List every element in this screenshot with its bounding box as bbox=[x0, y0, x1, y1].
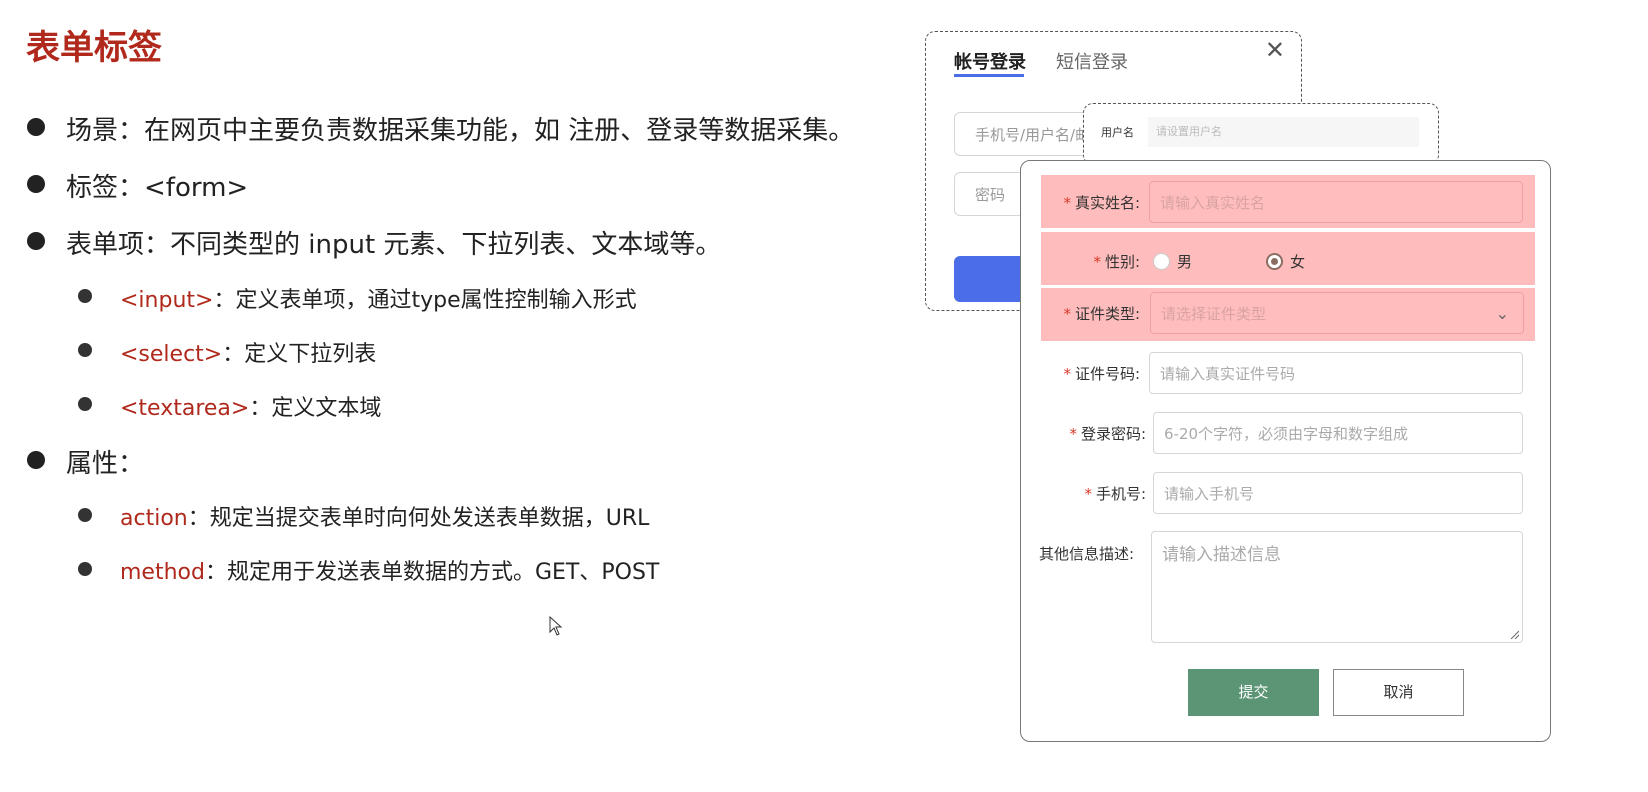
description-placeholder: 请输入描述信息 bbox=[1162, 545, 1281, 565]
tab-account-login[interactable]: 帐号登录 bbox=[954, 48, 1026, 74]
close-icon[interactable]: ✕ bbox=[1265, 36, 1285, 64]
id-number-label: * 证件号码: bbox=[1063, 365, 1140, 383]
page-title: 表单标签 bbox=[26, 28, 162, 68]
register-snippet: 用户名 请设置用户名 bbox=[1083, 103, 1439, 165]
keyword: <select> bbox=[120, 342, 223, 367]
id-type-label: * 证件类型: bbox=[1063, 305, 1140, 323]
keyword: <input> bbox=[120, 288, 214, 313]
bullet-dot bbox=[27, 232, 45, 250]
phone-input[interactable]: 请输入手机号 bbox=[1153, 472, 1523, 514]
tab-sms-login[interactable]: 短信登录 bbox=[1056, 48, 1128, 74]
id-number-input[interactable]: 请输入真实证件号码 bbox=[1149, 352, 1523, 394]
real-name-input[interactable]: 请输入真实姓名 bbox=[1149, 181, 1523, 223]
keyword: method bbox=[120, 560, 205, 585]
keyword: <textarea> bbox=[120, 396, 250, 421]
description: ：定义表单项，通过type属性控制输入形式 bbox=[213, 288, 637, 313]
description: ：定义下拉列表 bbox=[222, 342, 377, 367]
description: ：规定用于发送表单数据的方式。GET、POST bbox=[204, 560, 660, 585]
cancel-button[interactable]: 取消 bbox=[1333, 669, 1464, 716]
sub-bullet-item: <textarea>：定义文本域 bbox=[120, 390, 381, 422]
id-type-select[interactable]: 请选择证件类型 ⌄ bbox=[1150, 292, 1524, 334]
description: ：规定当提交表单时向何处发送表单数据，URL bbox=[187, 506, 650, 531]
password-label: * 登录密码: bbox=[1069, 425, 1146, 443]
chevron-down-icon[interactable]: ⌄ bbox=[1496, 293, 1509, 335]
gender-female-label: 女 bbox=[1290, 253, 1306, 271]
gender-female-radio[interactable] bbox=[1266, 253, 1283, 270]
keyword: action bbox=[120, 506, 188, 531]
username-input[interactable]: 请设置用户名 bbox=[1148, 117, 1419, 147]
sub-bullet-item: <select>：定义下拉列表 bbox=[120, 336, 376, 368]
description: ：定义文本域 bbox=[249, 396, 382, 421]
gender-male-label: 男 bbox=[1177, 253, 1193, 271]
sub-bullet-item: method：规定用于发送表单数据的方式。GET、POST bbox=[120, 554, 659, 586]
sub-bullet-dot bbox=[78, 562, 92, 576]
submit-button[interactable]: 提交 bbox=[1188, 669, 1319, 716]
bullet-dot bbox=[27, 451, 45, 469]
sub-bullet-dot bbox=[78, 343, 92, 357]
description-label: 其他信息描述: bbox=[1038, 545, 1134, 563]
bullet-dot bbox=[27, 175, 45, 193]
bullet-item: 表单项：不同类型的 input 元素、下拉列表、文本域等。 bbox=[66, 230, 722, 260]
description-textarea[interactable]: 请输入描述信息 bbox=[1151, 531, 1523, 643]
username-label: 用户名 bbox=[1101, 126, 1134, 139]
sub-bullet-item: action：规定当提交表单时向何处发送表单数据，URL bbox=[120, 500, 649, 532]
sub-bullet-dot bbox=[78, 508, 92, 522]
bullet-item: 场景：在网页中主要负责数据采集功能，如 注册、登录等数据采集。 bbox=[66, 116, 855, 146]
password-input[interactable]: 6-20个字符，必须由字母和数字组成 bbox=[1153, 412, 1523, 454]
sub-bullet-dot bbox=[78, 289, 92, 303]
id-type-placeholder: 请选择证件类型 bbox=[1161, 305, 1267, 323]
bullet-item: 标签：<form> bbox=[66, 173, 249, 203]
gender-male-radio[interactable] bbox=[1153, 253, 1170, 270]
phone-label: * 手机号: bbox=[1084, 485, 1146, 503]
bullet-item: 属性： bbox=[66, 449, 145, 479]
active-tab-indicator bbox=[954, 74, 1024, 77]
register-form: * 真实姓名: 请输入真实姓名 * 性别: 男 女 * 证件类型: 请选择证件类型 ⌄… bbox=[1020, 160, 1551, 742]
real-name-label: * 真实姓名: bbox=[1063, 194, 1140, 212]
mouse-cursor-icon bbox=[549, 616, 563, 636]
bullet-dot bbox=[27, 118, 45, 136]
gender-label: * 性别: bbox=[1093, 253, 1140, 271]
resize-grip-icon[interactable] bbox=[1509, 629, 1519, 639]
sub-bullet-item: <input>：定义表单项，通过type属性控制输入形式 bbox=[120, 282, 637, 314]
sub-bullet-dot bbox=[78, 397, 92, 411]
